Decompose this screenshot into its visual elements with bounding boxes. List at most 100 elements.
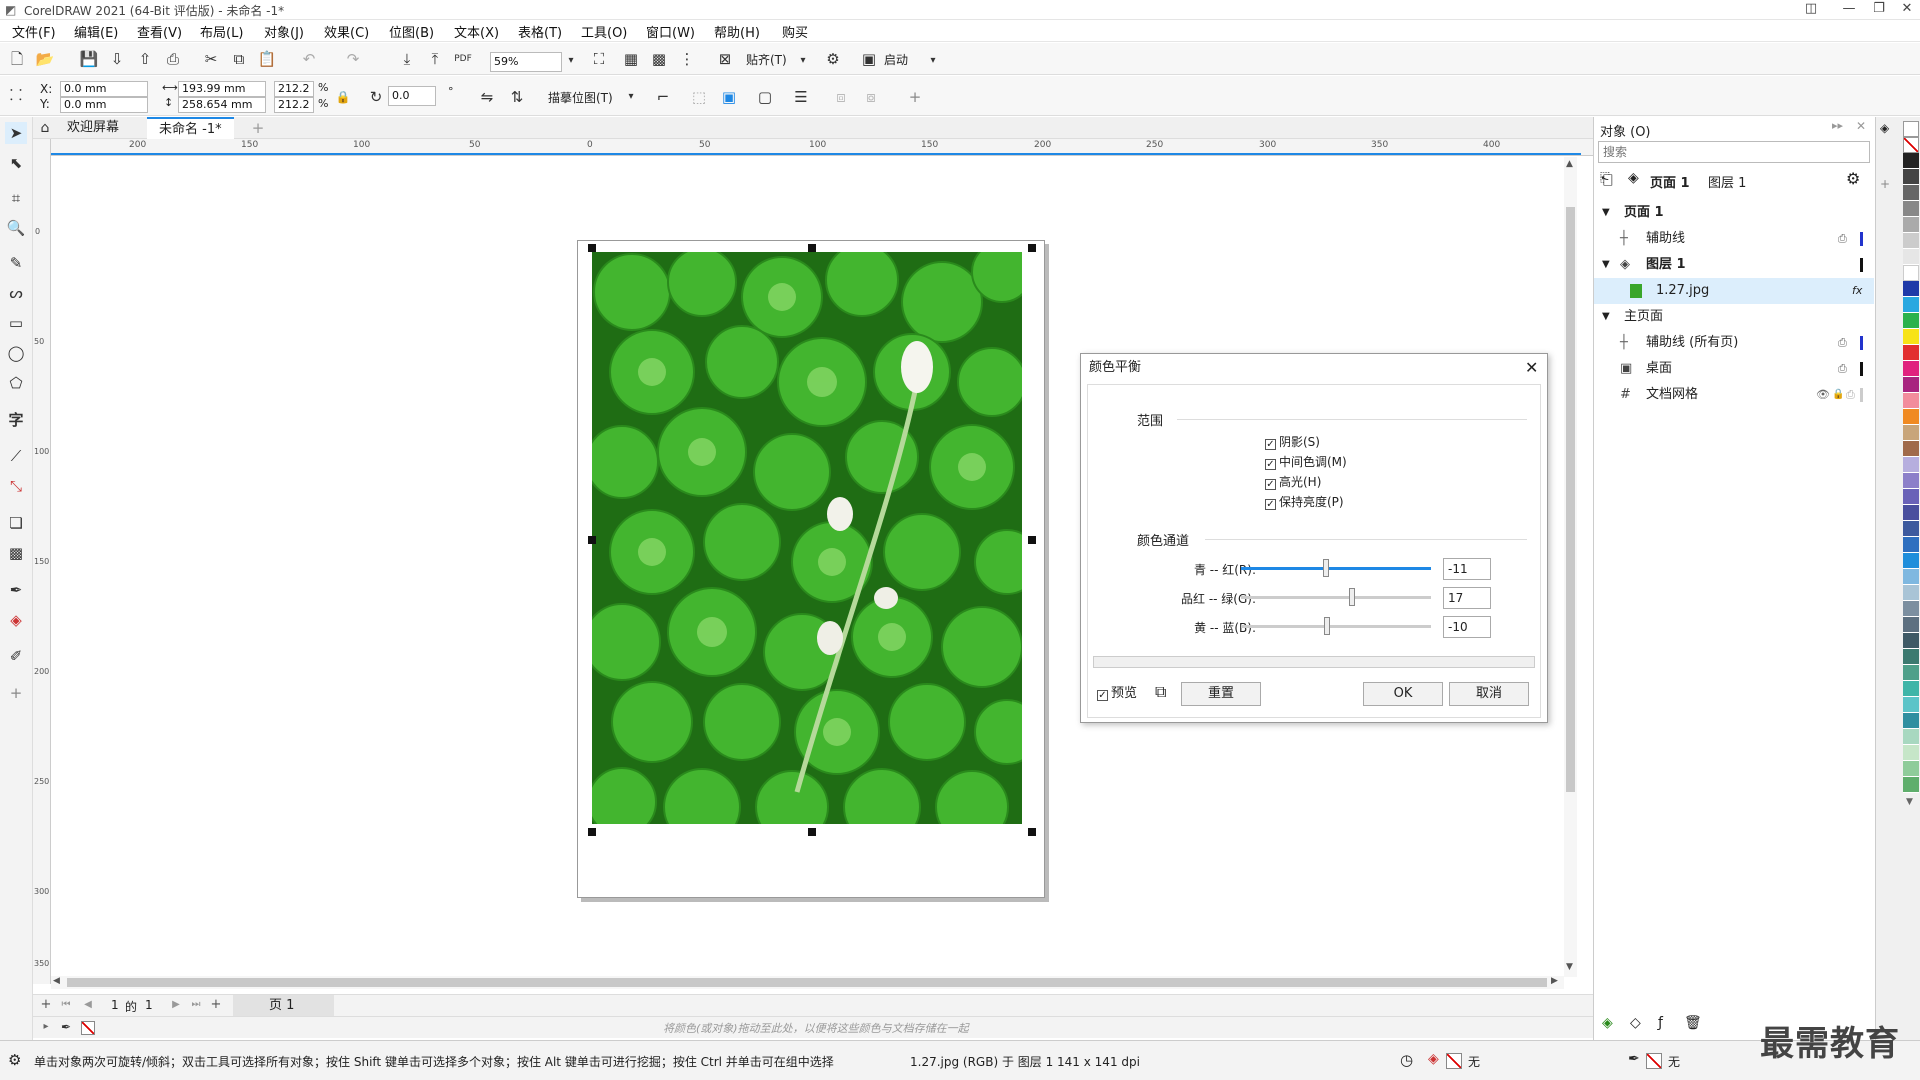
polygon-tool-icon[interactable]: ⬠: [5, 372, 27, 394]
color-swatch[interactable]: [1903, 601, 1919, 617]
tree-row-grid[interactable]: # 文档网格 👁 🔒 ⎙: [1594, 382, 1874, 408]
import-icon[interactable]: ⤓: [396, 48, 418, 70]
print-toggle-icon[interactable]: ⎙: [1838, 330, 1847, 356]
snap-dropdown-icon[interactable]: ▾: [792, 50, 814, 72]
launch-menu[interactable]: 启动: [884, 51, 908, 68]
cyan-red-slider[interactable]: [1241, 559, 1431, 577]
color-swatch[interactable]: [1903, 329, 1919, 345]
color-swatch[interactable]: [1903, 425, 1919, 441]
first-page-icon[interactable]: ⏮: [55, 995, 77, 1015]
tab-document[interactable]: 未命名 -1*: [147, 117, 234, 139]
add-property-icon[interactable]: +: [904, 86, 926, 108]
menu-object[interactable]: 对象(J): [264, 22, 304, 41]
print-toggle-icon[interactable]: ⎙: [1838, 356, 1847, 382]
page-switch-icon[interactable]: ⎗: [1600, 169, 1613, 189]
transparency-icon[interactable]: ▩: [5, 542, 27, 564]
palette-eyedropper-icon[interactable]: ✒: [55, 1017, 77, 1037]
shadows-checkbox[interactable]: ✓ 阴影(S): [1265, 434, 1320, 450]
tab-welcome[interactable]: 欢迎屏幕: [55, 117, 131, 139]
cut-icon[interactable]: ✂: [200, 48, 222, 70]
ok-button[interactable]: OK: [1363, 682, 1443, 706]
preview-popout-icon[interactable]: ⧉: [1155, 682, 1166, 702]
color-swatch[interactable]: [1903, 265, 1919, 281]
tree-row-layer[interactable]: ▼ ◈ 图层 1: [1594, 252, 1874, 278]
menu-table[interactable]: 表格(T): [518, 22, 562, 41]
tree-row-master-page[interactable]: ▼ 主页面: [1594, 304, 1874, 330]
launch-icon[interactable]: ▣: [858, 48, 880, 70]
palette-expand-icon[interactable]: ▸: [35, 1017, 57, 1037]
yellow-blue-thumb[interactable]: [1323, 617, 1330, 635]
color-swatch[interactable]: [1903, 185, 1919, 201]
open-folder-icon[interactable]: 📂: [34, 48, 56, 70]
palette-scroll-down-icon[interactable]: ▼: [1906, 797, 1913, 807]
parallel-dimension-icon[interactable]: ⟋: [5, 445, 27, 467]
color-swatch[interactable]: [1903, 665, 1919, 681]
color-swatch[interactable]: [1903, 761, 1919, 777]
print-toggle-icon[interactable]: ⎙: [1846, 382, 1855, 408]
color-swatch[interactable]: [1903, 121, 1919, 137]
last-page-icon[interactable]: ⏭: [185, 995, 207, 1015]
mirror-horizontal-icon[interactable]: ⇋: [476, 86, 498, 108]
color-swatch[interactable]: [1903, 153, 1919, 169]
selection-handle[interactable]: [808, 244, 816, 252]
cloud-upload-icon[interactable]: ⇧: [134, 48, 156, 70]
paste-icon[interactable]: 📋: [256, 48, 278, 70]
mirror-vertical-icon[interactable]: ⇅: [506, 86, 528, 108]
text-tool-icon[interactable]: 字: [5, 409, 27, 431]
menu-tools[interactable]: 工具(O): [581, 22, 627, 41]
rotation-icon[interactable]: ↻: [365, 86, 387, 108]
color-swatch[interactable]: [1903, 633, 1919, 649]
yellow-blue-slider[interactable]: [1241, 617, 1431, 635]
copy-icon[interactable]: ⧉: [228, 48, 250, 70]
yellow-blue-value[interactable]: -10: [1443, 616, 1491, 638]
panel-collapse-icon[interactable]: ▸▸: [1832, 119, 1843, 132]
restore-panel-icon[interactable]: ◫: [1800, 1, 1822, 16]
save-icon[interactable]: 💾: [78, 48, 100, 70]
bitmap-frame-icon[interactable]: ▢: [754, 86, 776, 108]
edit-bitmap-icon[interactable]: ▣: [718, 86, 740, 108]
current-page-label[interactable]: 页面 1: [1650, 172, 1690, 191]
scale-height-field[interactable]: 212.2: [274, 97, 314, 113]
magenta-green-slider[interactable]: [1241, 588, 1431, 606]
scroll-left-icon[interactable]: ◀: [53, 976, 60, 986]
trace-dropdown-icon[interactable]: ▾: [620, 86, 642, 108]
color-swatch[interactable]: [1903, 473, 1919, 489]
menu-text[interactable]: 文本(X): [454, 22, 499, 41]
selection-handle[interactable]: [588, 244, 596, 252]
menu-help[interactable]: 帮助(H): [714, 22, 760, 41]
height-field[interactable]: 258.654 mm: [178, 97, 266, 113]
print-icon[interactable]: ⎙: [162, 48, 184, 70]
fill-bucket-icon[interactable]: ◈: [1428, 1051, 1439, 1067]
color-swatch[interactable]: [1903, 409, 1919, 425]
current-page-number[interactable]: 1: [111, 998, 119, 1012]
color-swatch[interactable]: [1903, 521, 1919, 537]
show-guidelines-icon[interactable]: ⋮: [676, 48, 698, 70]
effects-fx-icon[interactable]: fx: [1852, 278, 1862, 304]
expand-arrow-icon[interactable]: ▼: [1602, 304, 1610, 330]
outline-pen-icon[interactable]: ✒: [1628, 1051, 1640, 1067]
new-layer-icon[interactable]: ◈: [1602, 1015, 1613, 1031]
color-swatch[interactable]: [1903, 585, 1919, 601]
maximize-button[interactable]: ❐: [1868, 1, 1890, 16]
color-swatch[interactable]: [1903, 233, 1919, 249]
color-proof-icon[interactable]: ◷: [1400, 1051, 1413, 1069]
no-color-swatch[interactable]: [81, 1021, 95, 1035]
delete-trash-icon[interactable]: 🗑: [1684, 1015, 1702, 1031]
snap-off-icon[interactable]: ⊠: [714, 48, 736, 70]
current-layer-label[interactable]: 图层 1: [1708, 172, 1746, 191]
color-swatch[interactable]: [1903, 393, 1919, 409]
export-icon[interactable]: ⤒: [424, 48, 446, 70]
menu-layout[interactable]: 布局(L): [200, 22, 243, 41]
scale-width-field[interactable]: 212.2: [274, 81, 314, 97]
text-wrap-icon[interactable]: ☰: [790, 86, 812, 108]
show-rulers-icon[interactable]: ▦: [620, 48, 642, 70]
color-swatch[interactable]: [1903, 137, 1919, 153]
highlights-checkbox[interactable]: ✓ 高光(H): [1265, 474, 1321, 490]
selection-handle[interactable]: [1028, 536, 1036, 544]
resample-icon[interactable]: ⬚: [688, 86, 710, 108]
zoom-tool-icon[interactable]: 🔍: [5, 217, 27, 239]
menu-edit[interactable]: 编辑(E): [74, 22, 118, 41]
add-page-before-icon[interactable]: +: [35, 995, 57, 1015]
selection-handle[interactable]: [1028, 828, 1036, 836]
magenta-green-value[interactable]: 17: [1443, 587, 1491, 609]
